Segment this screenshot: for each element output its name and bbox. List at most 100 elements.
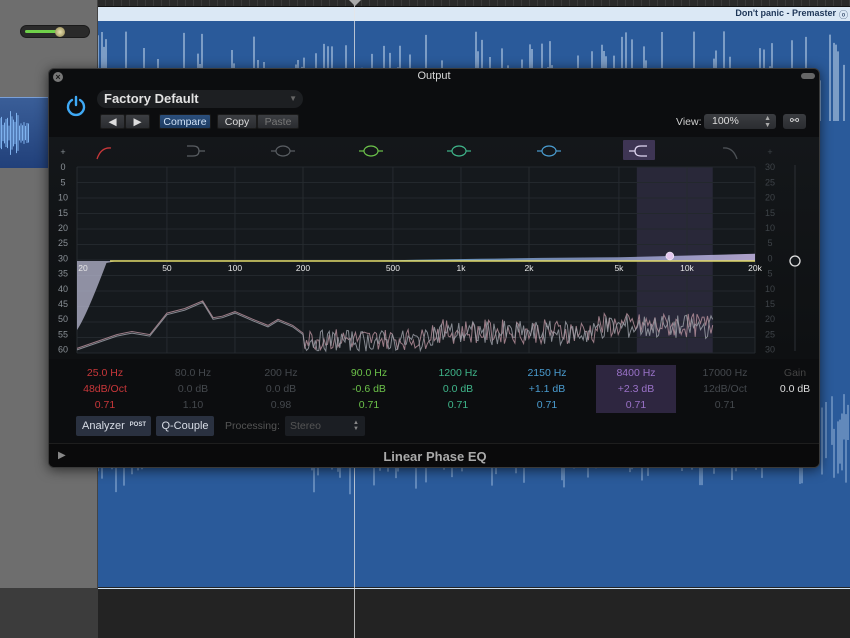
band-2-params[interactable]: 80.0 Hz 0.0 dB 1.10 — [153, 365, 233, 413]
region-title: Don't panic - Premaster — [735, 8, 836, 18]
eq-graph[interactable]: +051015202530354045505560-+3025201510505… — [49, 137, 820, 359]
band-q[interactable]: 0.71 — [596, 397, 676, 413]
left-scale-label: 0 — [60, 162, 65, 172]
right-scale-label: + — [767, 147, 772, 157]
band-7-params[interactable]: 8400 Hz +2.3 dB 0.71 — [596, 365, 676, 413]
right-scale-label: 15 — [765, 299, 775, 309]
band-q[interactable]: 0.71 — [65, 397, 145, 413]
left-scale-label: + — [60, 147, 65, 157]
track-header-empty — [0, 588, 98, 638]
view-zoom-value: 100% — [712, 115, 739, 127]
band-1-params[interactable]: 25.0 Hz 48dB/Oct 0.71 — [65, 365, 145, 413]
band-gain[interactable]: 0.0 dB — [418, 381, 498, 397]
high-cut-icon[interactable] — [722, 147, 738, 160]
band-q[interactable]: 0.71 — [507, 397, 587, 413]
band-gain[interactable]: +1.1 dB — [507, 381, 587, 397]
processing-select[interactable]: Stereo ▲ ▼ — [285, 416, 365, 436]
preset-menu[interactable]: Factory Default ▼ — [97, 90, 303, 108]
band-q[interactable]: 1.10 — [153, 397, 233, 413]
band-gain[interactable]: 0.0 dB — [153, 381, 233, 397]
playhead-handle[interactable] — [349, 0, 361, 6]
right-scale-label: 15 — [765, 208, 775, 218]
freq-label: 50 — [162, 263, 172, 273]
audio-region-mini[interactable] — [0, 97, 48, 168]
band-freq[interactable]: 2150 Hz — [507, 365, 587, 381]
bell-icon[interactable] — [537, 145, 561, 157]
copy-button[interactable]: Copy — [217, 114, 257, 129]
mini-waveform — [0, 111, 29, 155]
analyzer-label: Analyzer — [82, 420, 125, 432]
low-cut-icon[interactable] — [96, 147, 112, 160]
band-freq[interactable]: 80.0 Hz — [153, 365, 233, 381]
band-5-params[interactable]: 1200 Hz 0.0 dB 0.71 — [418, 365, 498, 413]
right-scale-label: 25 — [765, 177, 775, 187]
band-3-params[interactable]: 200 Hz 0.0 dB 0.98 — [241, 365, 321, 413]
plugin-window: × Output Factory Default ▼ ◀ ▶ Compare C… — [48, 68, 820, 468]
band-freq[interactable]: 25.0 Hz — [65, 365, 145, 381]
right-scale-label: 5 — [767, 269, 772, 279]
band-freq[interactable]: 90.0 Hz — [329, 365, 409, 381]
paste-button[interactable]: Paste — [257, 114, 299, 129]
q-couple-button[interactable]: Q-Couple — [156, 416, 214, 436]
region-title-bar: Don't panic - Premaster ⓞ — [98, 7, 850, 21]
plugin-footer: ▶ Linear Phase EQ — [49, 443, 819, 467]
high-shelf-icon[interactable] — [623, 140, 655, 160]
right-scale-label: 10 — [765, 284, 775, 294]
freq-label: 5k — [614, 263, 624, 273]
low-shelf-icon[interactable] — [187, 145, 205, 157]
band-gain[interactable]: 0.0 dB — [241, 381, 321, 397]
right-scale-label: 25 — [765, 329, 775, 339]
right-scale-label: 0 — [767, 253, 772, 263]
plugin-titlebar[interactable]: × Output — [49, 69, 819, 85]
stepper-icon: ▲ ▼ — [764, 115, 771, 129]
left-scale-label: 20 — [58, 223, 68, 233]
band-8-params[interactable]: 17000 Hz 12dB/Oct 0.71 — [685, 365, 765, 413]
previous-preset-button[interactable]: ◀ — [100, 114, 125, 129]
minimize-button[interactable] — [801, 73, 815, 79]
freq-label: 20k — [748, 263, 762, 273]
link-icon[interactable]: ⚯ — [783, 114, 806, 129]
compare-button[interactable]: Compare — [159, 114, 211, 129]
band-gain[interactable]: +2.3 dB — [596, 381, 676, 397]
gain-label: Gain — [783, 367, 807, 379]
volume-knob[interactable] — [55, 27, 66, 37]
view-zoom-select[interactable]: 100% ▲ ▼ — [704, 114, 776, 129]
right-scale-label: 20 — [765, 193, 775, 203]
daw-window: Don't panic - Premaster ⓞ × Output Facto… — [0, 0, 850, 638]
bell-icon[interactable] — [447, 145, 471, 157]
band-q[interactable]: 0.71 — [685, 397, 765, 413]
left-scale-label: 40 — [58, 284, 68, 294]
band-4-params[interactable]: 90.0 Hz -0.6 dB 0.71 — [329, 365, 409, 413]
band-freq[interactable]: 17000 Hz — [685, 365, 765, 381]
gain-value[interactable]: 0.0 dB — [775, 381, 815, 397]
master-gain[interactable]: Gain 0.0 dB — [775, 365, 815, 397]
left-scale-label: 30 — [58, 253, 68, 263]
stepper-icon: ▲ ▼ — [353, 420, 359, 432]
freq-label: 100 — [228, 263, 242, 273]
plugin-name: Linear Phase EQ — [383, 449, 487, 464]
right-scale-label: 30 — [765, 162, 775, 172]
left-scale-label: 55 — [58, 329, 68, 339]
next-preset-button[interactable]: ▶ — [125, 114, 150, 129]
band-q[interactable]: 0.71 — [418, 397, 498, 413]
processing-value: Stereo — [290, 420, 321, 432]
track-volume-slider[interactable] — [20, 25, 90, 38]
band-q[interactable]: 0.71 — [329, 397, 409, 413]
band-q[interactable]: 0.98 — [241, 397, 321, 413]
freq-label: 2k — [525, 263, 535, 273]
band-gain[interactable]: 12dB/Oct — [685, 381, 765, 397]
processing-label: Processing: — [225, 420, 280, 432]
freq-label: 1k — [456, 263, 466, 273]
timeline-ruler[interactable] — [98, 0, 850, 7]
analyzer-button[interactable]: Analyzer POST — [76, 416, 151, 436]
bell-icon[interactable] — [271, 145, 295, 157]
band-freq[interactable]: 200 Hz — [241, 365, 321, 381]
eq-graph-canvas[interactable]: +051015202530354045505560-+3025201510505… — [49, 137, 820, 359]
band-freq[interactable]: 1200 Hz — [418, 365, 498, 381]
power-icon[interactable] — [65, 95, 87, 117]
band-gain[interactable]: -0.6 dB — [329, 381, 409, 397]
band-6-params[interactable]: 2150 Hz +1.1 dB 0.71 — [507, 365, 587, 413]
band-freq[interactable]: 8400 Hz — [596, 365, 676, 381]
bell-icon[interactable] — [359, 145, 383, 157]
band-gain[interactable]: 48dB/Oct — [65, 381, 145, 397]
